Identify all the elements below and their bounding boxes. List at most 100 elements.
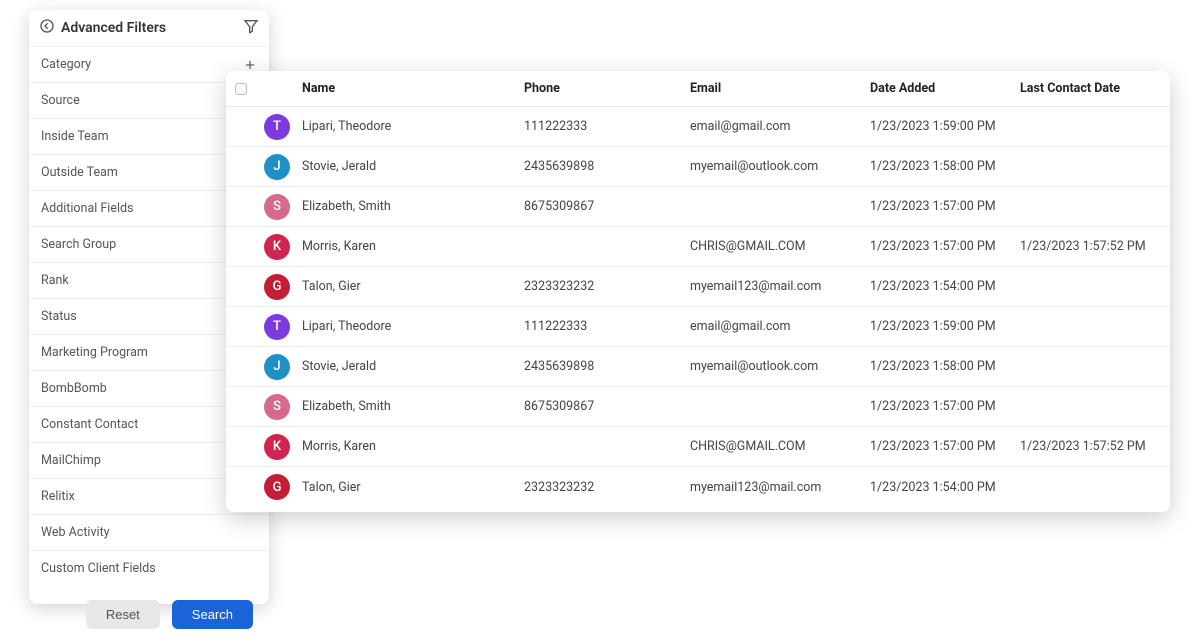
filter-item-label: Web Activity (41, 525, 110, 540)
row-email: CHRIS@GMAIL.COM (690, 239, 870, 254)
row-date-added: 1/23/2023 1:58:00 PM (870, 159, 1020, 174)
row-name: Morris, Karen (302, 239, 524, 254)
back-icon[interactable] (39, 18, 55, 38)
row-avatar-cell: T (264, 314, 302, 340)
table-row[interactable]: T Lipari, Theodore111222333email@gmail.co… (226, 107, 1170, 147)
row-name: Elizabeth, Smith (302, 399, 524, 414)
row-name: Elizabeth, Smith (302, 199, 524, 214)
row-phone: 2435639898 (524, 359, 690, 374)
row-email: myemail123@mail.com (690, 480, 870, 495)
filter-item-label: Outside Team (41, 165, 118, 180)
row-name: Lipari, Theodore (302, 319, 524, 334)
avatar: S (264, 194, 290, 220)
table-header-row: Name Phone Email Date Added Last Contact… (226, 71, 1170, 107)
filter-item-label: Constant Contact (41, 417, 138, 432)
table-row[interactable]: KMorris, KarenCHRIS@GMAIL.COM1/23/2023 1… (226, 427, 1170, 467)
avatar: J (264, 154, 290, 180)
row-date-added: 1/23/2023 1:57:00 PM (870, 239, 1020, 254)
filter-icon[interactable] (243, 18, 259, 38)
select-all-checkbox[interactable] (235, 83, 247, 95)
row-date-added: 1/23/2023 1:54:00 PM (870, 480, 1020, 495)
row-date-added: 1/23/2023 1:57:00 PM (870, 439, 1020, 454)
column-last-contact[interactable]: Last Contact Date (1020, 81, 1170, 96)
row-name: Stovie, Jerald (302, 159, 524, 174)
search-button[interactable]: Search (172, 600, 253, 629)
column-email[interactable]: Email (690, 81, 870, 96)
row-name: Talon, Gier (302, 480, 524, 495)
row-avatar-cell: K (264, 234, 302, 260)
filter-item-label: Search Group (41, 237, 116, 252)
row-email: myemail@outlook.com (690, 159, 870, 174)
row-avatar-cell: J (264, 354, 302, 380)
column-date-added[interactable]: Date Added (870, 81, 1020, 96)
row-email: CHRIS@GMAIL.COM (690, 439, 870, 454)
row-phone: 2435639898 (524, 159, 690, 174)
avatar: G (264, 274, 290, 300)
row-avatar-cell: T (264, 114, 302, 140)
table-row[interactable]: T Lipari, Theodore111222333email@gmail.co… (226, 307, 1170, 347)
avatar: J (264, 354, 290, 380)
row-last-contact: 1/23/2023 1:57:52 PM (1020, 439, 1170, 454)
row-date-added: 1/23/2023 1:58:00 PM (870, 359, 1020, 374)
row-phone: 111222333 (524, 319, 690, 334)
row-avatar-cell: J (264, 154, 302, 180)
reset-button[interactable]: Reset (86, 600, 160, 629)
column-phone[interactable]: Phone (524, 81, 690, 96)
avatar: K (264, 234, 290, 260)
table-row[interactable]: G Talon, Gier2323323232myemail123@mail.co… (226, 467, 1170, 507)
table-row[interactable]: J Stovie, Jerald2435639898myemail@outlook… (226, 147, 1170, 187)
row-phone: 2323323232 (524, 480, 690, 495)
filter-item-label: Relitix (41, 489, 75, 504)
row-last-contact: 1/23/2023 1:57:52 PM (1020, 239, 1170, 254)
filter-item-label: Category (41, 57, 91, 72)
table-body: TLipari, Theodore111222333email@gmail.co… (226, 107, 1170, 507)
column-name[interactable]: Name (302, 81, 524, 96)
row-name: Lipari, Theodore (302, 119, 524, 134)
row-name: Morris, Karen (302, 439, 524, 454)
table-row[interactable]: S Elizabeth, Smith8675309867 1/23/2023 1:5… (226, 187, 1170, 227)
filter-item-label: BombBomb (41, 381, 107, 396)
table-row[interactable]: KMorris, KarenCHRIS@GMAIL.COM1/23/2023 1… (226, 227, 1170, 267)
row-phone: 8675309867 (524, 199, 690, 214)
row-avatar-cell: G (264, 474, 302, 500)
row-avatar-cell: S (264, 194, 302, 220)
row-phone: 111222333 (524, 119, 690, 134)
row-date-added: 1/23/2023 1:57:00 PM (870, 199, 1020, 214)
filters-header: Advanced Filters (29, 10, 269, 47)
row-email: email@gmail.com (690, 319, 870, 334)
filter-item-label: Rank (41, 273, 69, 288)
row-avatar-cell: G (264, 274, 302, 300)
contacts-table: Name Phone Email Date Added Last Contact… (226, 71, 1170, 512)
filter-item-label: Status (41, 309, 77, 324)
table-row[interactable]: S Elizabeth, Smith8675309867 1/23/2023 1:5… (226, 387, 1170, 427)
row-name: Stovie, Jerald (302, 359, 524, 374)
avatar: T (264, 314, 290, 340)
filter-item-label: Additional Fields (41, 201, 134, 216)
avatar: G (264, 474, 290, 500)
row-avatar-cell: S (264, 394, 302, 420)
filter-item-label: Marketing Program (41, 345, 148, 360)
plus-icon[interactable] (243, 58, 257, 72)
row-email: myemail123@mail.com (690, 279, 870, 294)
filter-item[interactable]: Custom Client Fields (29, 551, 269, 586)
table-row[interactable]: G Talon, Gier2323323232myemail123@mail.co… (226, 267, 1170, 307)
filter-item-label: Custom Client Fields (41, 561, 156, 576)
avatar: S (264, 394, 290, 420)
row-date-added: 1/23/2023 1:57:00 PM (870, 399, 1020, 414)
filter-item[interactable]: Web Activity (29, 515, 269, 551)
row-date-added: 1/23/2023 1:59:00 PM (870, 119, 1020, 134)
row-email: email@gmail.com (690, 119, 870, 134)
avatar: T (264, 114, 290, 140)
filters-footer: Reset Search (29, 586, 269, 643)
row-name: Talon, Gier (302, 279, 524, 294)
select-all-cell[interactable] (226, 83, 264, 95)
row-email: myemail@outlook.com (690, 359, 870, 374)
avatar: K (264, 434, 290, 460)
table-row[interactable]: J Stovie, Jerald2435639898myemail@outlook… (226, 347, 1170, 387)
filter-item-label: Inside Team (41, 129, 109, 144)
row-phone: 8675309867 (524, 399, 690, 414)
row-date-added: 1/23/2023 1:54:00 PM (870, 279, 1020, 294)
filters-title: Advanced Filters (61, 20, 237, 36)
row-date-added: 1/23/2023 1:59:00 PM (870, 319, 1020, 334)
row-phone: 2323323232 (524, 279, 690, 294)
